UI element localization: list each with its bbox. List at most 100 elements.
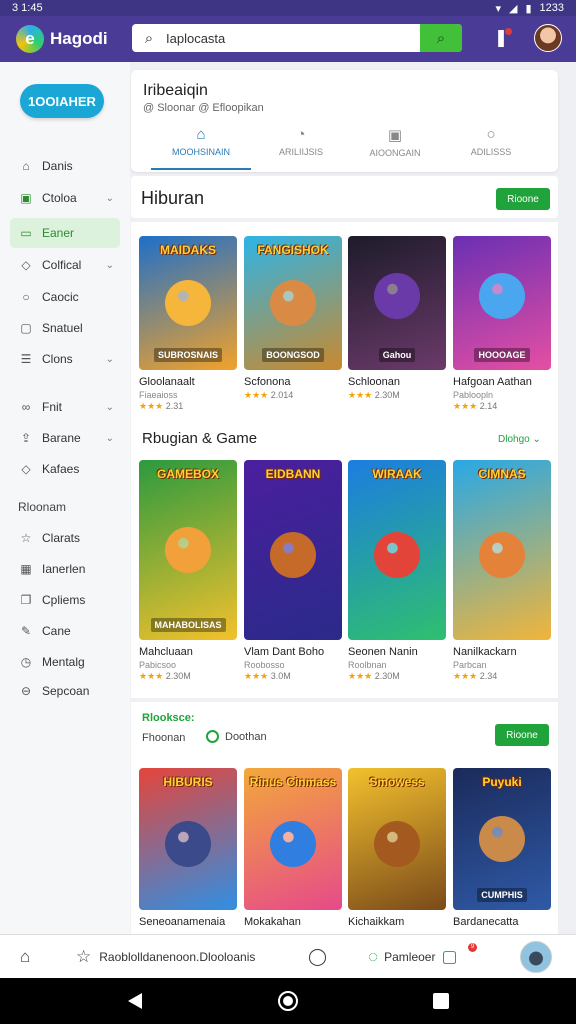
cover-subtitle: HOOOAGE bbox=[474, 348, 530, 362]
sidebar-item-cpliems[interactable]: ❐ Cpliems bbox=[10, 585, 120, 615]
sidebar-item-ctoloa[interactable]: ▣ Ctoloa ⌄ bbox=[10, 183, 120, 213]
system-nav-bar bbox=[0, 978, 576, 1024]
game-name: Nanilkackarn bbox=[453, 646, 517, 658]
section-more-button[interactable]: Rioone bbox=[496, 188, 550, 210]
chevron-down-icon: ⌄ bbox=[105, 401, 114, 413]
home-button[interactable] bbox=[278, 991, 298, 1011]
game-card[interactable]: WIRAAK Seonen Nanin Roolbnan ★★★ 2.30M bbox=[348, 460, 446, 682]
sidebar-item-label: Colfical bbox=[42, 258, 82, 272]
sidebar-primary-button[interactable]: 1OOIAHER bbox=[20, 84, 104, 118]
sidebar-item-barane[interactable]: ⇪ Barane ⌄ bbox=[10, 423, 120, 453]
wifi-icon: ▾ bbox=[495, 2, 501, 15]
notification-badge: 9 bbox=[468, 943, 477, 952]
search-go-button[interactable]: ⌕ bbox=[420, 24, 462, 52]
star-rating-icon: ★★★ bbox=[348, 671, 375, 681]
sidebar-item-clarats[interactable]: ☆ Clarats bbox=[10, 523, 120, 553]
sidebar-item-caocic[interactable]: ○ Caocic bbox=[10, 282, 120, 312]
tab-moohsinain[interactable]: ⌂ MOOHSINAIN bbox=[151, 126, 251, 170]
game-cover-image[interactable]: MAIDAKS SUBROSNAIS bbox=[139, 236, 237, 370]
recents-button[interactable] bbox=[433, 993, 449, 1009]
app-logo[interactable]: e Hagodi bbox=[16, 25, 132, 53]
game-card[interactable]: Smowess Kichaikkam bbox=[348, 768, 446, 928]
game-rating: ★★★ 2.30M bbox=[139, 671, 237, 682]
bell-icon[interactable]: ❚ bbox=[490, 28, 512, 50]
star-rating-icon: ★★★ bbox=[453, 401, 480, 411]
game-name: Gloolanaalt bbox=[139, 376, 195, 388]
nav-home[interactable]: ⌂ bbox=[20, 935, 30, 979]
game-cover-image[interactable]: WIRAAK bbox=[348, 460, 446, 640]
game-cover-image[interactable]: GAMEBOX MAHABOLISAS bbox=[139, 460, 237, 640]
sidebar-item-cane[interactable]: ✎ Cane bbox=[10, 616, 120, 646]
back-button[interactable] bbox=[128, 993, 142, 1009]
sidebar-item-danis[interactable]: ⌂ Danis bbox=[10, 151, 120, 181]
app-name: Hagodi bbox=[50, 29, 108, 48]
game-cover-image[interactable]: HIBURIS bbox=[139, 768, 237, 910]
game-cover-image[interactable]: HOOOAGE bbox=[453, 236, 551, 370]
sidebar-item-clons[interactable]: ☰ Clons ⌄ bbox=[10, 344, 120, 374]
game-card[interactable]: Rinus Cinmass Mokakahan bbox=[244, 768, 342, 928]
game-cover-image[interactable]: Puyuki CUMPHIS bbox=[453, 768, 551, 910]
game-card[interactable]: GAMEBOX MAHABOLISAS Mahcluaan Pabicsoo ★★★ 2… bbox=[139, 460, 237, 682]
game-cover-image[interactable]: FANGISHOK BOONGSOD bbox=[244, 236, 342, 370]
status-bar: 3 1:45 ▾ ◢ ▮ 1233 bbox=[0, 0, 576, 16]
sidebar-item-eaner[interactable]: ▭ Eaner bbox=[10, 218, 120, 248]
nav-featured[interactable]: ☆ Raoblolldanenoon.Dlooloanis bbox=[76, 935, 255, 979]
chevron-down-icon: ⌄ bbox=[105, 192, 114, 204]
game-card[interactable]: Gahou Schloonan ★★★ 2.30M bbox=[348, 236, 446, 401]
section-more-button[interactable]: Rioone bbox=[495, 724, 549, 746]
nav-library[interactable]: ◌ Pamleoer ▢ bbox=[368, 935, 458, 979]
game-cover-image[interactable]: EIDBANN bbox=[244, 460, 342, 640]
game-card[interactable]: HIBURIS Seneoanamenaia bbox=[139, 768, 237, 928]
see-more-link[interactable]: Dlohgo ⌄ bbox=[498, 434, 541, 445]
character-illustration bbox=[374, 531, 420, 578]
rating-value: 2.34 bbox=[479, 671, 498, 681]
star-icon: ☆ bbox=[20, 531, 32, 545]
game-name: Mokakahan bbox=[244, 916, 301, 928]
sidebar-item-label: Caocic bbox=[42, 290, 79, 304]
list-icon: ☰ bbox=[20, 352, 32, 366]
star-icon: ☆ bbox=[76, 947, 92, 966]
rating-value: 2.014 bbox=[270, 390, 294, 400]
character-illustration bbox=[479, 531, 525, 578]
star-rating-icon: ★★★ bbox=[244, 671, 271, 681]
section-title: Rbugian & Game bbox=[142, 430, 258, 447]
sidebar-item-kafaes[interactable]: ◇ Kafaes bbox=[10, 454, 120, 484]
nav-chat[interactable]: ◯ bbox=[308, 935, 327, 979]
nav-featured-label: Raoblolldanenoon.Dlooloanis bbox=[99, 950, 256, 964]
link-icon: ∞ bbox=[21, 400, 31, 414]
search-icon: ⌕ bbox=[144, 29, 154, 47]
game-name: Vlam Dant Boho bbox=[244, 646, 325, 658]
sidebar-item-mentalg[interactable]: ◷ Mentalg bbox=[10, 647, 120, 677]
sidebar-item-snatuel[interactable]: ▢ Snatuel bbox=[10, 313, 120, 343]
sidebar-item-colfical[interactable]: ◇ Colfical ⌄ bbox=[10, 250, 120, 280]
tab-aioongain[interactable]: ▣ AIOONGAIN bbox=[345, 126, 445, 170]
sidebar-item-fnit[interactable]: ∞ Fnit ⌄ bbox=[10, 392, 120, 422]
game-card[interactable]: MAIDAKS SUBROSNAIS Gloolanaalt Fiaeaioss ★★★… bbox=[139, 236, 237, 412]
sidebar-item-ianerlen[interactable]: ▦ Ianerlen bbox=[10, 554, 120, 584]
doc-icon: ❐ bbox=[20, 593, 32, 607]
bottom-nav: ⌂ ☆ Raoblolldanenoon.Dlooloanis ◯ ◌ Pamleo… bbox=[0, 934, 576, 978]
game-rating: ★★★ 2.014 bbox=[244, 390, 342, 401]
cover-title: MAIDAKS bbox=[160, 243, 216, 257]
section-filter[interactable]: Doothan bbox=[206, 730, 267, 743]
sidebar-item-label: Ianerlen bbox=[42, 562, 86, 576]
game-card[interactable]: Puyuki CUMPHIS Bardanecatta bbox=[453, 768, 551, 928]
game-card[interactable]: CIMNAS Nanilkackarn Parbcan ★★★ 2.34 bbox=[453, 460, 551, 682]
search-input[interactable] bbox=[166, 30, 420, 46]
star-rating-icon: ★★★ bbox=[244, 390, 271, 400]
tab-adilisss[interactable]: ○ ADILISSS bbox=[441, 126, 541, 170]
game-cover-image[interactable]: Gahou bbox=[348, 236, 446, 370]
game-card[interactable]: EIDBANN Vlam Dant Boho Roobosso ★★★ 3.0M bbox=[244, 460, 342, 682]
tab-ariliijsis[interactable]: ◔ ARILIIJSIS bbox=[251, 126, 351, 170]
character-illustration bbox=[270, 279, 316, 326]
tab-label: ARILIIJSIS bbox=[278, 147, 323, 157]
user-avatar[interactable] bbox=[534, 24, 562, 52]
game-card[interactable]: HOOOAGE Hafgoan Aathan Pabloopln ★★★ 2.14 bbox=[453, 236, 551, 412]
profile-avatar[interactable] bbox=[520, 941, 552, 973]
section-title: Hiburan bbox=[141, 188, 205, 208]
game-card[interactable]: FANGISHOK BOONGSOD Scfonona ★★★ 2.014 bbox=[244, 236, 342, 401]
sidebar-item-sepcoan[interactable]: ⊖ Sepcoan bbox=[10, 676, 120, 706]
game-cover-image[interactable]: CIMNAS bbox=[453, 460, 551, 640]
game-cover-image[interactable]: Rinus Cinmass bbox=[244, 768, 342, 910]
game-cover-image[interactable]: Smowess bbox=[348, 768, 446, 910]
